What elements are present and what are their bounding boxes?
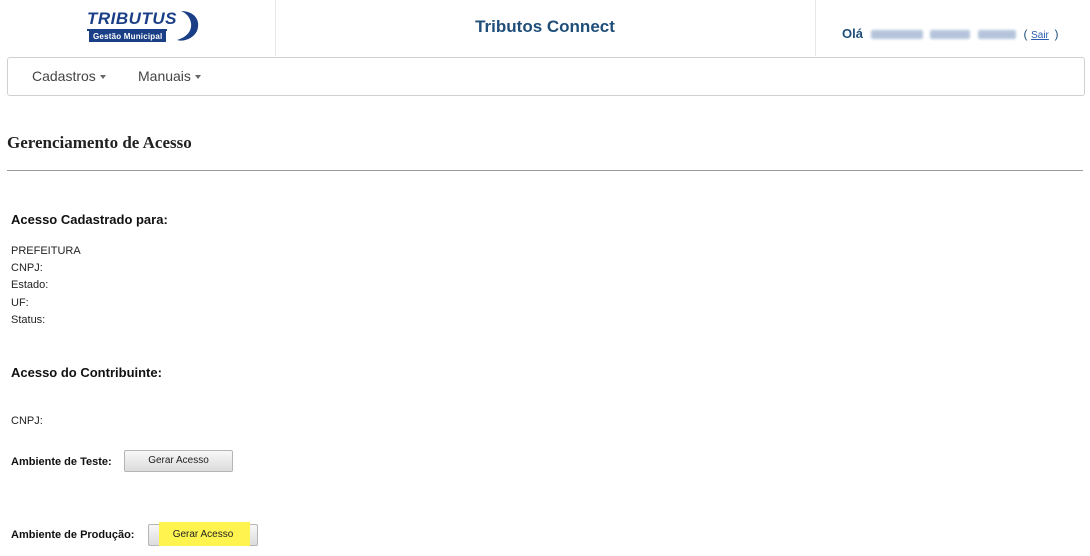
field-status: Status:: [11, 314, 46, 326]
caret-down-icon: [194, 75, 201, 80]
user-greeting: Olá ( Sair ): [842, 26, 1059, 41]
nav-manuais[interactable]: Manuais: [138, 68, 201, 84]
generate-prod-access-label: Gerar Acesso: [172, 529, 234, 540]
prod-env-label: Ambiente de Produção:: [11, 529, 135, 541]
logout-open-paren: (: [1023, 27, 1028, 41]
app-title: Tributos Connect: [475, 17, 615, 36]
user-name-redacted: [870, 30, 923, 40]
title-divider: [7, 170, 1083, 171]
field-uf: UF:: [11, 297, 29, 309]
page-title: Gerenciamento de Acesso: [7, 133, 192, 152]
test-env-label: Ambiente de Teste:: [11, 456, 112, 468]
generate-test-access-button[interactable]: Gerar Acesso: [124, 450, 233, 472]
tributus-logo[interactable]: TRIBUTUS Gestão Municipal: [87, 9, 207, 45]
caret-down-icon: [99, 75, 106, 80]
taxpayer-heading: Acesso do Contribuinte:: [11, 365, 162, 380]
logo-cell: TRIBUTUS Gestão Municipal: [7, 0, 276, 56]
main-navbar: Cadastros Manuais: [7, 57, 1085, 96]
registered-heading: Acesso Cadastrado para:: [11, 212, 168, 227]
logo-text: TRIBUTUS: [87, 9, 177, 28]
logout-link[interactable]: Sair: [1031, 30, 1049, 41]
user-name-redacted: [977, 30, 1016, 40]
field-cnpj: CNPJ:: [11, 262, 43, 274]
field-estado: Estado:: [11, 279, 49, 291]
app-header: TRIBUTUS Gestão Municipal Tributos Conne…: [7, 0, 1085, 56]
generate-prod-access-button[interactable]: Gerar Acesso: [148, 522, 258, 546]
user-name-redacted: [930, 30, 971, 40]
user-cell: Olá ( Sair ): [816, 0, 1085, 56]
logo-subtitle: Gestão Municipal: [89, 31, 167, 42]
nav-cadastros[interactable]: Cadastros: [32, 68, 106, 84]
nav-manuais-label: Manuais: [138, 68, 191, 84]
taxpayer-cnpj: CNPJ:: [11, 415, 43, 427]
nav-cadastros-label: Cadastros: [32, 68, 96, 84]
title-cell: Tributos Connect: [275, 0, 816, 56]
greeting-text: Olá: [842, 26, 863, 41]
logout-close-paren: ): [1054, 27, 1059, 41]
globe-icon: [177, 11, 199, 41]
field-prefeitura: PREFEITURA: [11, 245, 81, 257]
